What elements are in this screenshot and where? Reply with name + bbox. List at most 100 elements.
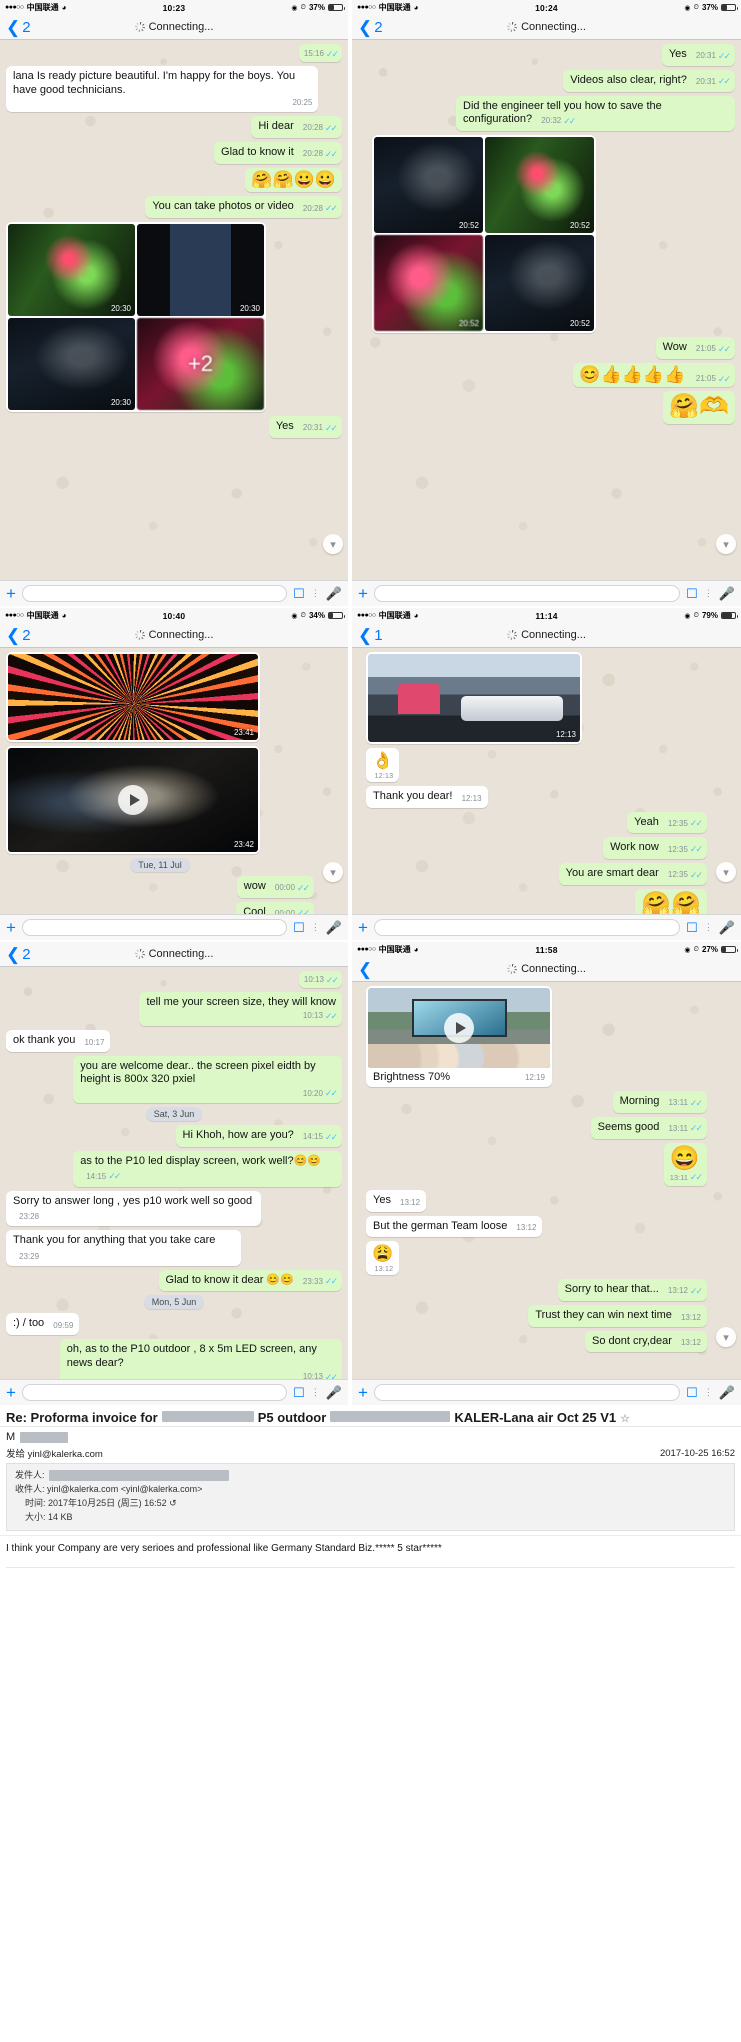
attach-plus-icon[interactable]: + (358, 1384, 368, 1401)
message-input[interactable] (21, 1384, 288, 1401)
message-bubble[interactable]: :) / too 09:59 (6, 1313, 80, 1335)
scroll-to-bottom-button[interactable]: ▾ (323, 534, 343, 554)
mic-icon[interactable]: 🎤 (719, 921, 735, 934)
message-list[interactable]: 12:13 ➨ 👌 12:13 Thank you dear! 12:13 (352, 648, 741, 914)
attach-plus-icon[interactable]: + (6, 919, 16, 936)
message-bubble[interactable]: ok thank you 10:17 (6, 1029, 111, 1052)
scroll-to-bottom-button[interactable]: ▾ (716, 862, 736, 882)
scroll-to-bottom-button[interactable]: ▾ (716, 534, 736, 554)
album-photo[interactable]: 20:52 (485, 137, 594, 233)
message-bubble[interactable]: as to the P10 led display screen, work w… (73, 1151, 342, 1187)
message-bubble[interactable]: Morning 13:11 ✓✓ (612, 1091, 707, 1113)
scroll-to-bottom-button[interactable]: ▾ (323, 862, 343, 882)
message-list[interactable]: Brightness 70% 12:19 ➨ Morning 13:11✓✓ S… (352, 982, 741, 1379)
video-thumbnail[interactable]: 23:42 (8, 748, 258, 852)
more-options-icon[interactable]: ⋮ (311, 923, 320, 932)
attach-plus-icon[interactable]: + (6, 1384, 16, 1401)
back-button[interactable]: ❮ (352, 961, 374, 978)
message-bubble[interactable]: Yes 13:12 (366, 1189, 427, 1212)
play-icon[interactable] (118, 785, 148, 815)
message-bubble[interactable]: Trust they can win next time 13:12 (528, 1304, 707, 1327)
album-photo[interactable]: 20:52 (374, 235, 483, 331)
scroll-to-bottom-button[interactable]: ▾ (716, 1327, 736, 1347)
message-bubble[interactable]: Thank you for anything that you take car… (6, 1230, 242, 1266)
video-bubble[interactable]: 23:42 ➨ (6, 746, 260, 854)
message-bubble[interactable]: Videos also clear, right? 20:31 ✓✓ (563, 69, 735, 92)
mic-icon[interactable]: 🎤 (326, 587, 342, 600)
album-photo-more[interactable]: +2 (137, 318, 264, 411)
photo-album-bubble[interactable]: 20:30 20:30 20:30 +2 (6, 222, 266, 413)
mic-icon[interactable]: 🎤 (719, 1386, 735, 1399)
message-bubble[interactable]: So dont cry,dear 13:12 (585, 1330, 707, 1353)
camera-icon[interactable]: ☐ (293, 921, 305, 934)
message-bubble[interactable]: tell me your screen size, they will know… (139, 991, 342, 1026)
message-bubble[interactable]: Sorry to answer long , yes p10 work well… (6, 1190, 262, 1226)
attach-plus-icon[interactable]: + (358, 919, 368, 936)
more-options-icon[interactable]: ⋮ (311, 1388, 320, 1397)
album-photo[interactable]: 20:30 (8, 224, 135, 317)
more-options-icon[interactable]: ⋮ (704, 589, 713, 598)
camera-icon[interactable]: ☐ (686, 1386, 698, 1399)
message-bubble[interactable]: 🤗🤗 12:35✓✓ (635, 888, 707, 914)
album-photo[interactable]: 20:52 (374, 137, 483, 233)
video-thumbnail[interactable]: 23:41 (8, 654, 258, 740)
message-bubble[interactable]: 🤗🤗😀😀 (245, 167, 342, 193)
video-bubble[interactable]: Brightness 70% 12:19 ➨ (366, 986, 552, 1087)
video-thumbnail[interactable] (368, 988, 550, 1068)
more-options-icon[interactable]: ⋮ (704, 1388, 713, 1397)
message-bubble[interactable]: 🤗🫶 (663, 391, 735, 424)
camera-icon[interactable]: ☐ (293, 1386, 305, 1399)
message-bubble[interactable]: Yeah 12:35 ✓✓ (627, 811, 707, 834)
camera-icon[interactable]: ☐ (293, 587, 305, 600)
message-list[interactable]: 15:16 ✓✓ lana Is ready picture beautiful.… (0, 40, 348, 580)
more-options-icon[interactable]: ⋮ (311, 589, 320, 598)
mic-icon[interactable]: 🎤 (326, 1386, 342, 1399)
photo-album-bubble[interactable]: 20:52 20:52 20:52 20:52 (372, 135, 596, 333)
message-bubble[interactable]: You are smart dear 12:35 ✓✓ (558, 863, 707, 885)
attach-plus-icon[interactable]: + (358, 585, 368, 602)
mic-icon[interactable]: 🎤 (719, 587, 735, 600)
message-input[interactable] (21, 585, 288, 602)
message-bubble[interactable]: 10:13 ✓✓ (298, 971, 342, 988)
message-bubble[interactable]: Work now 12:35 ✓✓ (603, 837, 707, 860)
message-bubble[interactable]: Did the engineer tell you how to save th… (456, 95, 735, 131)
message-bubble[interactable]: Hi Khoh, how are you? 14:15 ✓✓ (175, 1125, 342, 1147)
back-button[interactable]: ❮ 2 (0, 946, 31, 963)
video-bubble[interactable]: 12:13 ➨ (366, 652, 582, 744)
message-bubble[interactable]: Glad to know it dear 😊😊 23:33 ✓✓ (158, 1269, 342, 1292)
message-bubble[interactable]: Yes 20:31 ✓✓ (661, 44, 735, 66)
message-bubble[interactable]: Yes 20:31 ✓✓ (268, 416, 342, 438)
message-bubble[interactable]: lana Is ready picture beautiful. I'm hap… (6, 65, 319, 113)
message-list[interactable]: 10:13 ✓✓ tell me your screen size, they w… (0, 967, 348, 1379)
album-photo[interactable]: 20:30 (137, 224, 264, 317)
message-bubble[interactable]: 👌 12:13 (366, 748, 400, 782)
video-bubble[interactable]: 23:41 ➨ (6, 652, 260, 742)
message-bubble[interactable]: 😩 13:12 (366, 1241, 400, 1276)
camera-icon[interactable]: ☐ (686, 587, 698, 600)
message-bubble[interactable]: Glad to know it 20:28 ✓✓ (214, 142, 342, 164)
message-list[interactable]: 23:41 ➨ 23:42 ➨ Tue, 11 Jul (0, 648, 348, 914)
message-input[interactable] (373, 585, 681, 602)
message-input[interactable] (373, 919, 681, 936)
message-bubble[interactable]: Cool 00:00 ✓✓ (236, 901, 314, 914)
message-input[interactable] (373, 1384, 681, 1401)
mic-icon[interactable]: 🎤 (326, 921, 342, 934)
message-bubble[interactable]: Sorry to hear that... 13:12 ✓✓ (557, 1279, 707, 1301)
back-button[interactable]: ❮ 2 (0, 19, 31, 36)
message-bubble[interactable]: 15:16 ✓✓ (298, 44, 342, 62)
message-bubble[interactable]: But the german Team loose 13:12 (366, 1215, 543, 1238)
attach-plus-icon[interactable]: + (6, 585, 16, 602)
message-input[interactable] (21, 919, 288, 936)
back-button[interactable]: ❮ 2 (0, 627, 31, 644)
more-options-icon[interactable]: ⋮ (704, 923, 713, 932)
camera-icon[interactable]: ☐ (686, 921, 698, 934)
album-photo[interactable]: 20:30 (8, 318, 135, 411)
message-bubble[interactable]: wow 00:00 ✓✓ (236, 876, 314, 898)
back-button[interactable]: ❮ 2 (352, 19, 383, 36)
message-bubble[interactable]: oh, as to the P10 outdoor , 8 x 5m LED s… (59, 1339, 342, 1379)
message-bubble[interactable]: Hi dear 20:28 ✓✓ (251, 116, 342, 138)
video-thumbnail[interactable]: 12:13 (368, 654, 580, 742)
message-bubble[interactable]: Thank you dear! 12:13 (366, 785, 488, 808)
play-icon[interactable] (444, 1013, 474, 1043)
message-bubble[interactable]: Seems good 13:11 ✓✓ (590, 1116, 707, 1139)
